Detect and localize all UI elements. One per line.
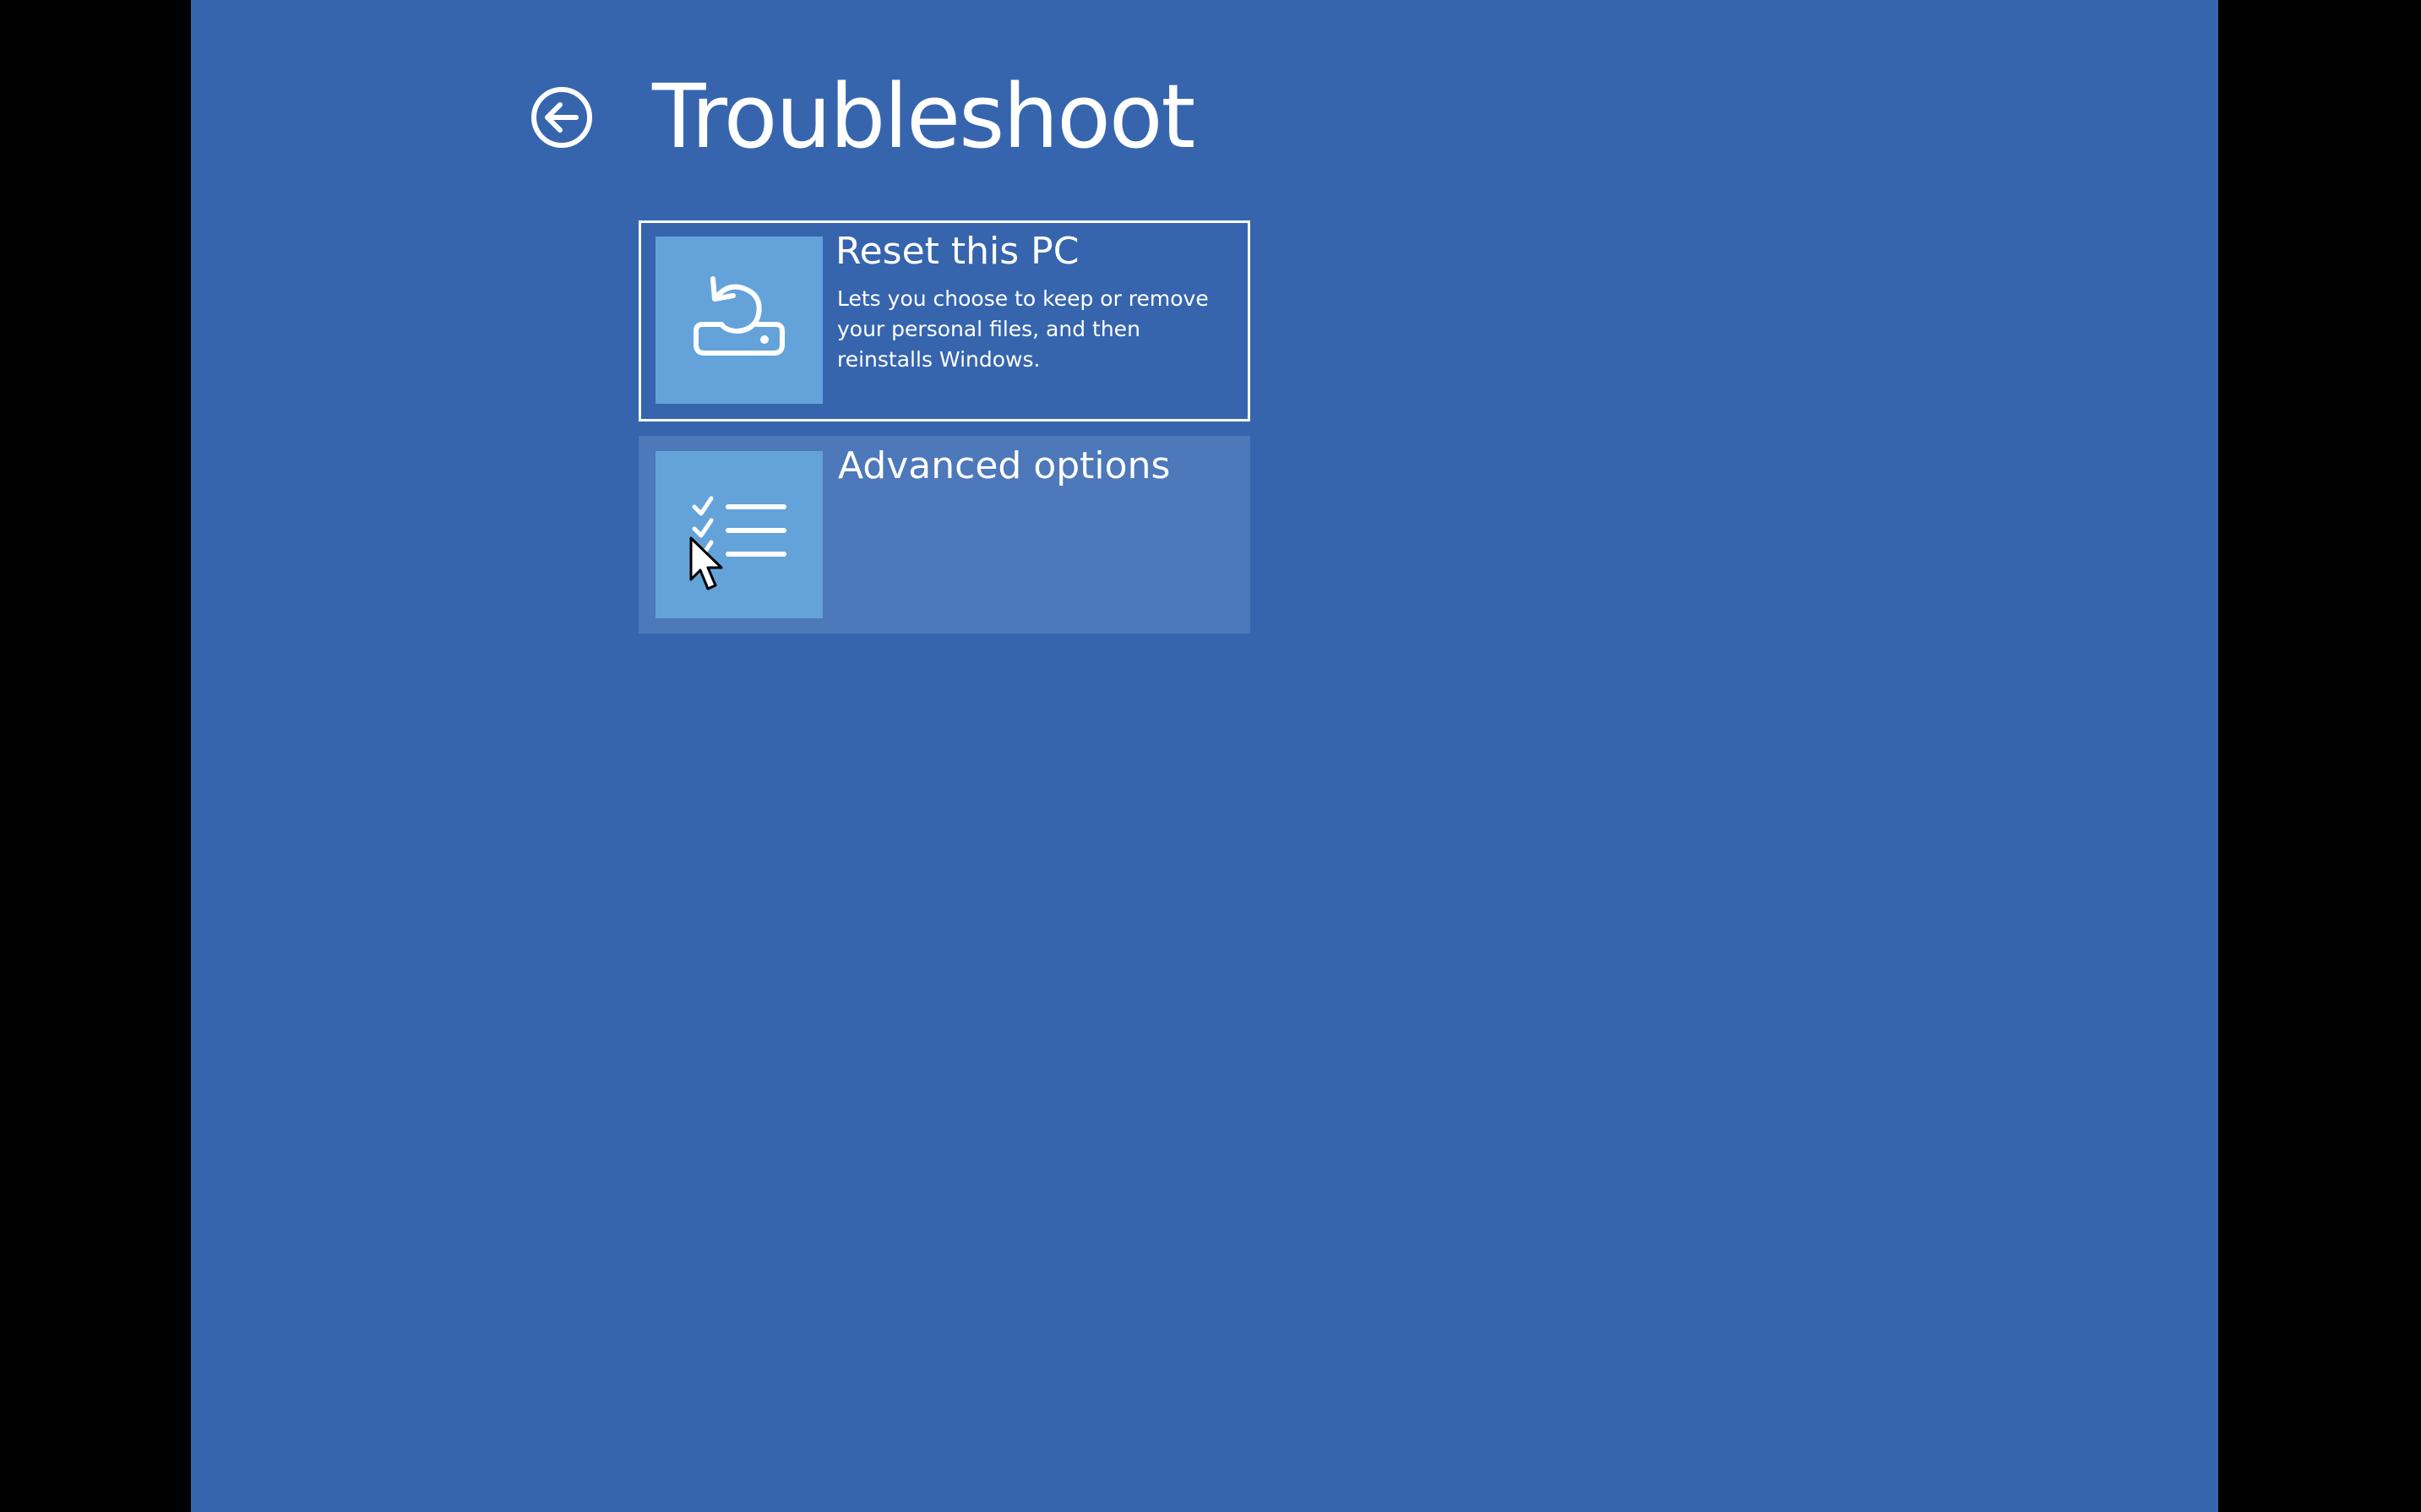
mouse-cursor-icon bbox=[689, 536, 723, 590]
letterbox-right bbox=[2218, 0, 2409, 1512]
reset-icon-box bbox=[656, 237, 823, 404]
reset-this-pc-description: Lets you choose to keep or remove your p… bbox=[837, 286, 1209, 372]
reset-this-pc-option[interactable]: Reset this PC Lets you choose to keep or… bbox=[639, 220, 1250, 422]
advanced-options-title: Advanced options bbox=[838, 444, 1171, 487]
checklist-icon bbox=[692, 496, 786, 560]
reset-this-pc-title: Reset this PC bbox=[835, 230, 1080, 273]
reset-drive-icon bbox=[694, 276, 785, 356]
letterbox-left bbox=[0, 0, 191, 1512]
page-title: Troubleshoot bbox=[652, 65, 1195, 168]
back-arrow-circle-icon bbox=[531, 87, 592, 148]
advanced-icon-box bbox=[656, 451, 823, 618]
back-button[interactable] bbox=[530, 85, 594, 150]
advanced-options-option[interactable]: Advanced options bbox=[639, 436, 1250, 634]
troubleshoot-screen: Troubleshoot Reset this PC Lets you choo… bbox=[191, 0, 2218, 1512]
